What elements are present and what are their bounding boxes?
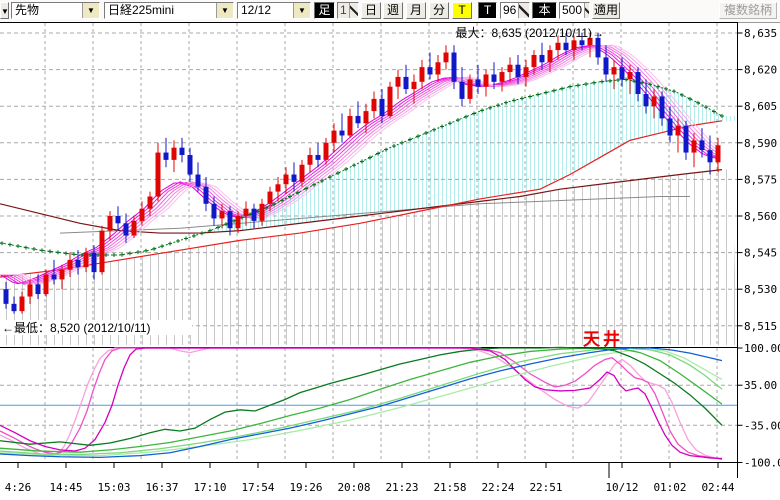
oscillator-tick-label: -100.00 [744,457,780,470]
time-tick-label: 15:03 [97,481,130,494]
trading-app-window: ▼ 先物 ▼ 日経225mini ▼ 12/12 ▼ 足 1 日 週 月 分 T… [0,0,780,500]
time-axis: 4:26 14:45 15:03 16:37 17:10 17:54 19:26 20:08 2… [5,463,735,494]
time-tick-label: 10/12 [605,481,638,494]
ceiling-annotation: 天井 [583,329,623,349]
price-tick-label: 8,575 [744,173,777,186]
time-tick-label: 22:51 [529,481,562,494]
time-tick-label: 4:26 [5,481,32,494]
min-annotation: ←最低：8,520 (2012/10/11) [0,320,192,335]
svg-text:最大：8,635 (2012/10/11)→: 最大：8,635 (2012/10/11)→ [455,26,604,40]
time-tick-label: 21:58 [433,481,466,494]
price-tick-label: 8,545 [744,247,777,260]
oscillator-layer [0,347,722,459]
rci-blue [0,348,722,457]
price-axis: 8,635 8,620 8,605 8,590 8,575 8,560 8,545 8,530… [738,27,780,470]
time-tick-label: 02:44 [701,481,734,494]
price-tick-label: 8,560 [744,210,777,223]
time-tick-label: 21:23 [385,481,418,494]
time-tick-label: 14:45 [49,481,82,494]
oscillator-tick-label: 100.00 [744,342,780,355]
time-tick-label: 16:37 [145,481,178,494]
price-tick-label: 8,590 [744,137,777,150]
svg-text:←最低：8,520 (2012/10/11): ←最低：8,520 (2012/10/11) [2,321,151,335]
chart-canvas: 8,635 8,620 8,605 8,590 8,575 8,560 8,545 8,530… [0,0,780,500]
time-tick-label: 17:54 [241,481,274,494]
rci-magenta [0,348,722,458]
oscillator-tick-label: -35.00 [744,419,780,432]
oscillator-tick-label: 35.00 [744,379,777,392]
svg-text:天井: 天井 [583,329,623,349]
time-tick-label: 22:24 [481,481,514,494]
rci-light-green [0,348,722,454]
time-tick-label: 17:10 [193,481,226,494]
price-tick-label: 8,620 [744,64,777,77]
rci-mid-pink [0,348,722,459]
max-annotation: 最大：8,635 (2012/10/11)→ [455,26,604,40]
time-tick-label: 20:08 [337,481,370,494]
price-tick-label: 8,635 [744,27,777,40]
rci-mid-green [0,348,722,452]
time-tick-label: 19:26 [289,481,322,494]
price-tick-label: 8,530 [744,283,777,296]
time-tick-label: 01:02 [653,481,686,494]
price-tick-label: 8,515 [744,320,777,333]
price-tick-label: 8,605 [744,100,777,113]
